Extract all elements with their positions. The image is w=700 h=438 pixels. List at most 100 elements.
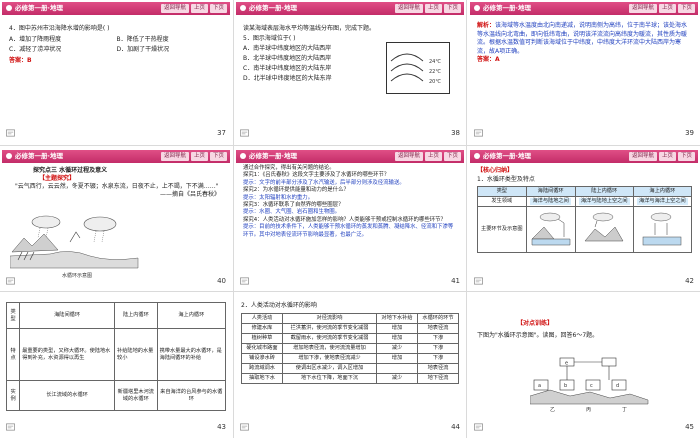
slide-thumbnail-44[interactable]: 2．人类活动对水循环的影响 人类活动 对径流影响 对地下水补给 水循环的环节 修… [236,296,464,434]
nav-back-button[interactable]: 返回导航 [628,152,657,161]
answer-value: A [495,56,500,64]
table-cell: 来自海洋的台风参与的水循环 [156,380,227,411]
table-cell: 增加下渗，使地表径流减少 [282,352,377,364]
nav-back-button[interactable]: 返回导航 [394,4,423,13]
sea-land-cycle-diagram [530,212,570,246]
slide-header: 必修第一册·地理 返回导航 上页 下页 [2,150,230,163]
table-header: 人类活动 [241,312,283,324]
nav-back-button[interactable]: 返回导航 [160,4,189,13]
table-cell: 补给陆地的水量较小 [114,328,158,381]
slide-thumbnail-40[interactable]: 必修第一册·地理 返回导航 上页 下页 探究点三 水循环过程及意义 【主题探究】… [2,150,230,288]
question-text: 4．图中苏州市沿海降水增的影响是( ) [9,25,110,32]
table-cell: 携带水量最大的水循环，是海陆间循环的补给 [156,328,227,381]
cycle-traits-table: 类型 海陆间循环 陆上内循环 海上内循环 特点 最重要的类型，又称大循环。使陆地… [5,302,227,411]
slide-content: 解析：该海域等水温度由北向南递减，说明南侧为高纬，位于南半球；该处海水等水温线向… [477,22,692,126]
diagram-label: 丙 [586,407,591,412]
header-logo-icon [240,5,246,11]
header-title: 必修第一册·地理 [15,4,63,12]
inquiry-1: 探究1：《吕氏春秋》这段文字主要涉及了水循环的哪些环节？ [243,172,390,179]
next-page-button[interactable]: 下页 [209,4,227,13]
sub-heading: 1．水循环类型及特点 [477,175,535,183]
sub-heading: 【主题探究】 [39,175,76,182]
table-cell: 增加 [375,322,418,334]
slide-number: 40 [217,277,226,285]
section-heading: 探究点三 水循环过程及意义 [33,167,108,174]
table-header: 海上内循环 [632,186,693,198]
slide-header: 必修第一册·地理 返回导航 上页 下页 [236,150,464,163]
slide-footer: 40 [2,276,230,288]
row-label: 实例 [5,380,21,411]
slide-header: 必修第一册·地理 返回导航 上页 下页 [470,2,698,15]
diagram-label: e [565,361,568,367]
next-page-button[interactable]: 下页 [677,152,695,161]
slide-thumbnail-45[interactable]: 【对点训练】 下图为"水循环示意图"。读图，回答6～7题。 a b c d e … [470,296,698,434]
slide-thumbnail-42[interactable]: 必修第一册·地理 返回导航 上页 下页 【核心归纳】 1．水循环类型及特点 类型… [470,150,698,288]
land-cycle-diagram [584,212,624,242]
nav-back-button[interactable]: 返回导航 [160,152,189,161]
table-cell: 增加地表径流，使河流流量增加 [282,342,377,354]
table-cell: 地下水位下降，地面下沉 [282,372,377,384]
ppt-icon [474,423,483,431]
table-cell: 增加 [375,332,418,344]
answer-value: B [27,56,32,64]
slide-header: 必修第一册·地理 返回导航 上页 下页 [236,2,464,15]
prev-page-button[interactable]: 上页 [658,152,676,161]
table-header: 海陆间循环 [525,186,576,198]
prev-page-button[interactable]: 上页 [424,4,442,13]
slide-thumbnail-grid: 必修第一册·地理 返回导航 上页 下页 4．图中苏州市沿海降水增的影响是( ) … [0,0,700,438]
option-c: C．减轻了涝冲状况 [9,46,62,53]
row-label: 发生领域 [477,196,527,208]
ppt-icon [240,129,249,137]
slide-thumbnail-39[interactable]: 必修第一册·地理 返回导航 上页 下页 解析：该海域等水温度由北向南递减，说明南… [470,2,698,140]
option-b: B．降低了干热程度 [116,35,169,43]
table-cell: 地表径流 [416,362,460,374]
slide-thumbnail-41[interactable]: 必修第一册·地理 返回导航 上页 下页 通过合作探究，得出有关问题的结论。 探究… [236,150,464,288]
slide-thumbnail-38[interactable]: 必修第一册·地理 返回导航 上页 下页 读某海域表层海水平均等温线分布图，完成下… [236,2,464,140]
next-page-button[interactable]: 下页 [677,4,695,13]
table-cell: 截留雨水，使河流的季节变化减弱 [282,332,377,344]
table-cell: 植树种草 [241,332,283,344]
slide-content: 2．人类活动对水循环的影响 人类活动 对径流影响 对地下水补给 水循环的环节 修… [241,302,460,420]
diagram-label: d [616,383,619,389]
diagram-label: 乙 [550,406,555,412]
section-heading: 【核心归纳】 [477,167,514,174]
section-heading: 2．人类活动对水循环的影响 [241,302,317,309]
question-text: 5．图示海域位于( ) [243,35,296,42]
next-page-button[interactable]: 下页 [209,152,227,161]
slide-number: 38 [451,129,460,137]
ppt-icon [474,129,483,137]
answer-label: 答案： [9,56,28,64]
isotherm-label: 24℃ [429,59,441,65]
next-page-button[interactable]: 下页 [443,4,461,13]
isotherm-figure: 24℃ 22℃ 20℃ [386,42,450,94]
prev-page-button[interactable]: 上页 [190,152,208,161]
ppt-icon [6,277,15,285]
table-cell: 下渗 [416,332,460,344]
header-logo-icon [6,5,12,11]
prev-page-button[interactable]: 上页 [424,152,442,161]
table-cell [375,362,418,374]
prev-page-button[interactable]: 上页 [658,4,676,13]
table-cell: 新疆塔里木河流域的水循环 [114,380,158,411]
slide-number: 37 [217,129,226,137]
slide-thumbnail-37[interactable]: 必修第一册·地理 返回导航 上页 下页 4．图中苏州市沿海降水增的影响是( ) … [2,2,230,140]
table-header: 对地下水补给 [375,312,418,324]
isotherm-label: 22℃ [429,69,441,75]
table-cell: 地表径流 [416,322,460,334]
nav-back-button[interactable]: 返回导航 [394,152,423,161]
prev-page-button[interactable]: 上页 [190,4,208,13]
table-cell: 长江流域的水循环 [19,380,116,411]
analysis-text: 该海域等水温度由北向南递减，说明南侧为高纬，位于南半球；该处海水等水温线向北弯曲… [477,22,688,55]
next-page-button[interactable]: 下页 [443,152,461,161]
slide-content: 通过合作探究，得出有关问题的结论。 探究1：《吕氏春秋》这段文字主要涉及了水循环… [243,165,458,274]
header-title: 必修第一册·地理 [483,4,531,12]
table-header: 类型 [477,186,527,198]
nav-back-button[interactable]: 返回导航 [628,4,657,13]
intro-text: 下图为"水循环示意图"。读图，回答6～7题。 [477,331,599,339]
slide-number: 44 [451,423,460,431]
table-header: 海上内循环 [156,302,227,329]
slide-thumbnail-43[interactable]: 类型 海陆间循环 陆上内循环 海上内循环 特点 最重要的类型，又称大循环。使陆地… [2,296,230,434]
isotherm-label: 20℃ [429,79,441,85]
slide-footer: 42 [470,276,698,288]
slide-footer: 45 [470,422,698,434]
